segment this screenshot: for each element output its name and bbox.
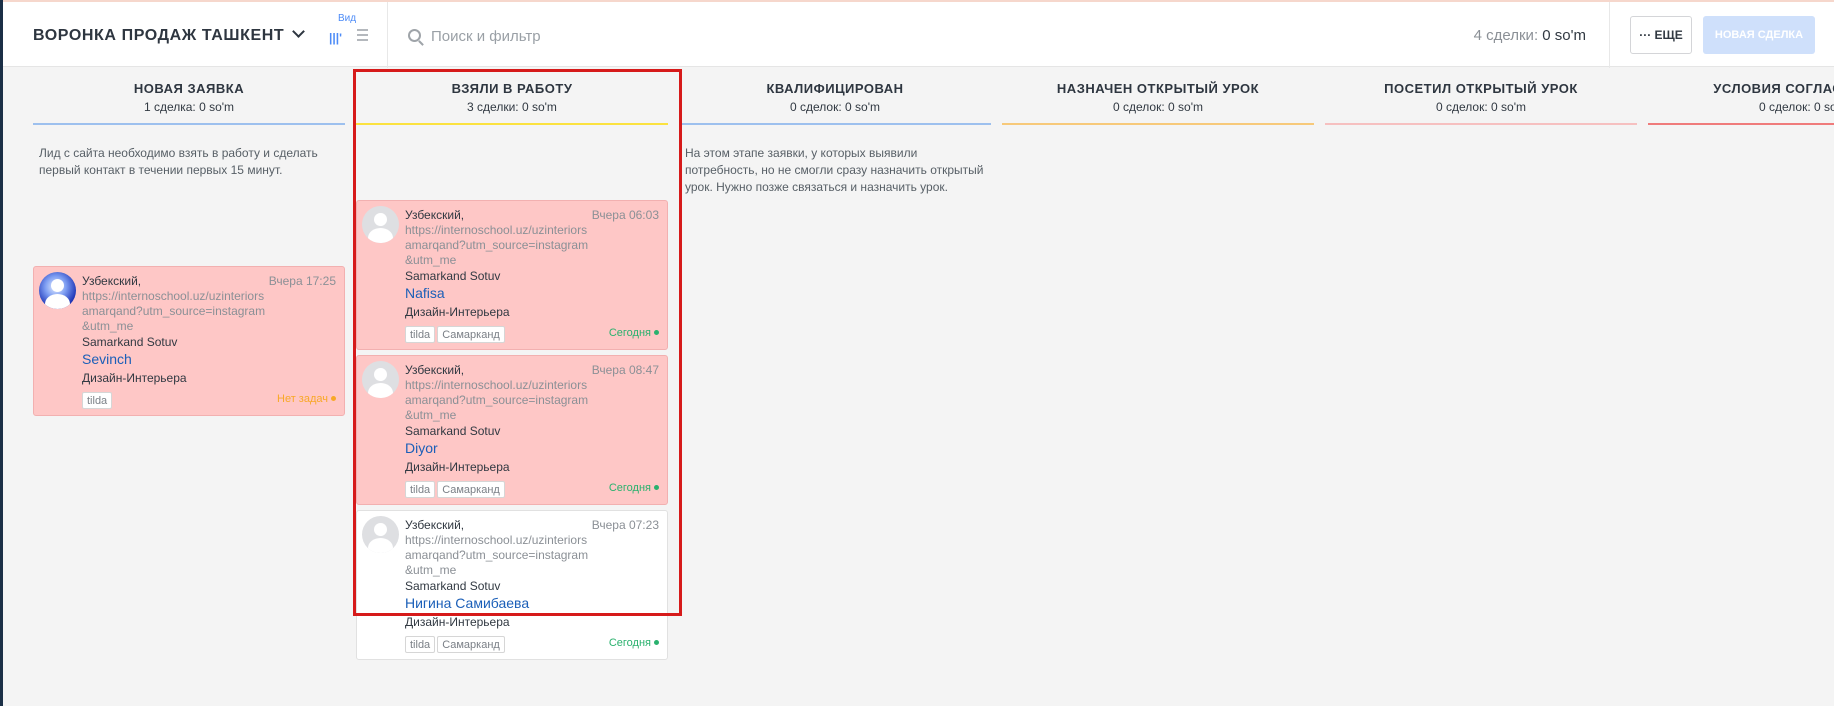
task-status: Сегодня bbox=[609, 637, 659, 649]
more-button[interactable]: ··· ЕЩЕ bbox=[1630, 16, 1692, 54]
search-input[interactable] bbox=[431, 24, 871, 48]
card-company: Узбекский, bbox=[82, 274, 142, 288]
card-url: https://internoschool.uz/uzinteriorsamar… bbox=[82, 289, 266, 333]
divider bbox=[387, 2, 388, 68]
task-status-label: Нет задач bbox=[277, 393, 328, 405]
column-color-line bbox=[33, 123, 345, 125]
new-deal-button[interactable]: НОВАЯ СДЕЛКА bbox=[1703, 16, 1815, 54]
task-status-label: Сегодня bbox=[608, 637, 651, 649]
pipeline-selector[interactable]: ВОРОНКА ПРОДАЖ ТАШКЕНТ bbox=[33, 25, 306, 45]
column-title[interactable]: НОВАЯ ЗАЯВКА bbox=[33, 81, 345, 96]
pipeline-column: НОВАЯ ЗАЯВКА 1 сделка: 0 so'm Лид с сайта … bbox=[33, 67, 345, 706]
chevron-down-icon bbox=[292, 25, 306, 38]
column-deal-count: 0 сделок: 0 so'm bbox=[1113, 100, 1203, 114]
deals-summary: 4 сделки: 0 so'm bbox=[1474, 27, 1586, 44]
column-deal-count: 0 сделок: 0 so'm bbox=[1759, 100, 1834, 114]
column-color-line bbox=[1648, 123, 1834, 125]
tag-list: tilda bbox=[82, 391, 114, 409]
pipeline-column: НАЗНАЧЕН ОТКРЫТЫЙ УРОК 0 сделок: 0 so'm bbox=[1002, 67, 1314, 706]
pipeline-column: КВАЛИФИЦИРОВАН 0 сделок: 0 so'm На этом эт… bbox=[679, 67, 991, 706]
top-bar: ВОРОНКА ПРОДАЖ ТАШКЕНТ Вид |||' 4 сделки… bbox=[3, 0, 1834, 68]
deal-card[interactable]: Узбекский, Вчера 17:25 https://internoscho… bbox=[33, 266, 345, 416]
view-label: Вид bbox=[338, 13, 357, 24]
kanban-view-icon[interactable]: |||' bbox=[329, 31, 342, 45]
tag-list: tilda Самарканд bbox=[405, 635, 507, 653]
column-deal-count: 1 сделка: 0 so'm bbox=[143, 100, 235, 114]
card-product: Дизайн-Интерьера bbox=[82, 371, 187, 385]
contact-name-link[interactable]: Sevinch bbox=[82, 351, 132, 367]
column-title[interactable]: ПОСЕТИЛ ОТКРЫТЫЙ УРОК bbox=[1325, 81, 1637, 96]
column-title[interactable]: НАЗНАЧЕН ОТКРЫТЫЙ УРОК bbox=[1002, 81, 1314, 96]
column-title[interactable]: КВАЛИФИЦИРОВАН bbox=[679, 81, 991, 96]
task-status: Нет задач bbox=[277, 393, 336, 405]
pipeline-name: ВОРОНКА ПРОДАЖ ТАШКЕНТ bbox=[33, 27, 285, 44]
highlight-frame bbox=[353, 69, 682, 616]
column-deal-count: 0 сделок: 0 so'm bbox=[790, 100, 880, 114]
card-product: Дизайн-Интерьера bbox=[405, 615, 510, 629]
column-title[interactable]: УСЛОВИЯ СОГЛАСОВАНЫ bbox=[1648, 81, 1834, 96]
tag[interactable]: tilda bbox=[405, 636, 436, 653]
list-view-icon[interactable] bbox=[357, 29, 368, 41]
column-deal-count: 0 сделок: 0 so'm bbox=[1436, 100, 1526, 114]
tag[interactable]: Самарканд bbox=[437, 636, 505, 653]
tag[interactable]: tilda bbox=[82, 392, 113, 409]
card-source: Samarkand Sotuv bbox=[82, 335, 178, 349]
pipeline-column: ПОСЕТИЛ ОТКРЫТЫЙ УРОК 0 сделок: 0 so'm bbox=[1325, 67, 1637, 706]
status-dot-icon bbox=[654, 640, 659, 645]
contact-photo-avatar bbox=[39, 272, 76, 309]
column-color-line bbox=[1325, 123, 1637, 125]
pipeline-column: УСЛОВИЯ СОГЛАСОВАНЫ 0 сделок: 0 so'm bbox=[1648, 67, 1834, 706]
column-description: Лид с сайта необходимо взять в работу и … bbox=[39, 146, 318, 177]
search-icon bbox=[408, 29, 421, 42]
divider bbox=[1609, 2, 1610, 68]
column-color-line bbox=[1002, 123, 1314, 125]
column-description: На этом этапе заявки, у которых выявили … bbox=[685, 146, 984, 194]
card-time: Вчера 17:25 bbox=[268, 274, 336, 288]
column-color-line bbox=[679, 123, 991, 125]
kanban-board: НОВАЯ ЗАЯВКА 1 сделка: 0 so'm Лид с сайта … bbox=[3, 67, 1834, 706]
deals-count: 4 сделки: bbox=[1473, 27, 1539, 44]
status-dot-icon bbox=[331, 396, 336, 401]
deals-amount: 0 so'm bbox=[1542, 27, 1586, 44]
